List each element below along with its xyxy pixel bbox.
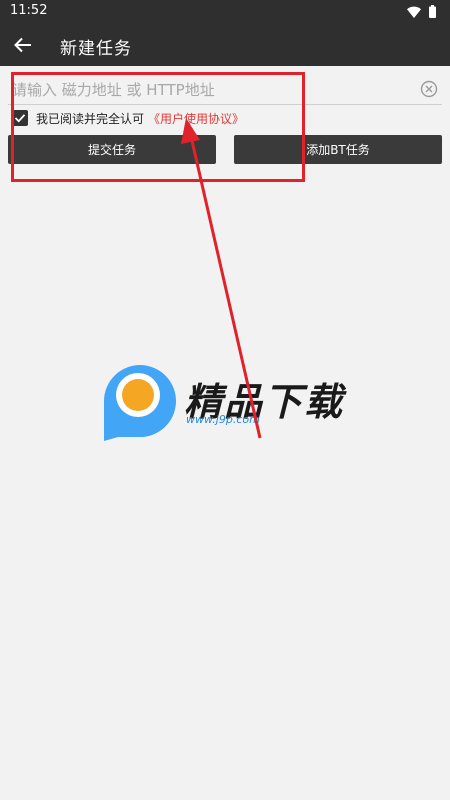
page-title: 新建任务: [60, 39, 132, 59]
watermark-url: www.j9p.com: [186, 413, 260, 426]
back-button[interactable]: [8, 30, 38, 60]
clear-circle-icon[interactable]: [420, 80, 438, 98]
status-icons: [407, 5, 436, 18]
watermark: 精品下载 www.j9p.com: [98, 357, 358, 447]
battery-icon: [429, 5, 436, 18]
status-time: 11:52: [10, 3, 48, 18]
watermark-logo-icon: [104, 365, 176, 441]
status-bar: 11:52: [0, 0, 450, 24]
app-bar: 新建任务: [0, 24, 450, 66]
wifi-icon: [407, 6, 421, 18]
annotation-highlight-box: [11, 72, 305, 182]
arrow-left-icon: [14, 37, 31, 53]
